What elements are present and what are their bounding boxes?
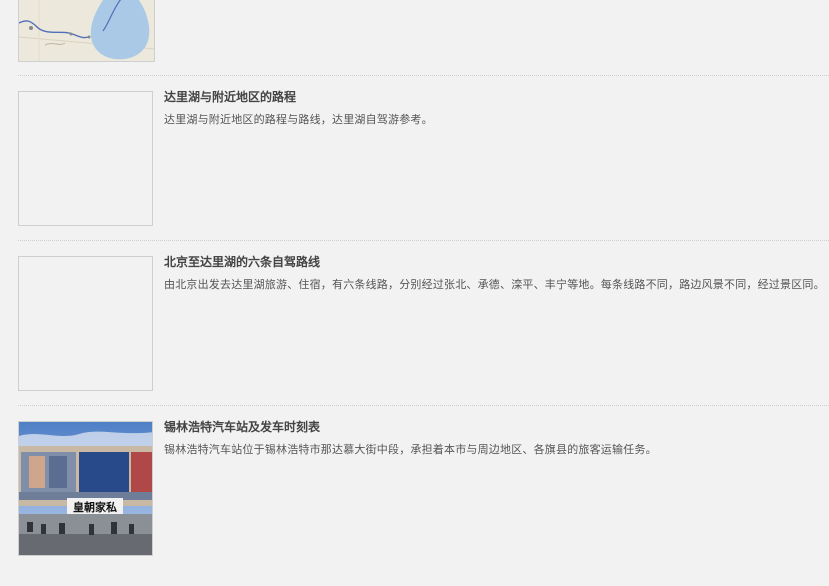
divider (18, 240, 829, 241)
divider (18, 75, 829, 76)
list-item: 达里湖与附近地区的路程 达里湖与附近地区的路程与路线，达里湖自驾游参考。 (0, 89, 829, 256)
item-title-link[interactable]: 达里湖与附近地区的路程 (164, 89, 296, 105)
divider (18, 405, 829, 406)
item-description: 达里湖与附近地区的路程与路线，达里湖自驾游参考。 (164, 113, 433, 126)
list-item: 皇朝家私 锡林浩特汽车站及发车时刻表 锡林浩特汽车站位于锡林浩特市那达慕大街中段… (0, 419, 829, 586)
list-item: 北京至达里湖的六条自驾路线 由北京出发去达里湖旅游、住宿，有六条线路，分别经过张… (0, 254, 829, 421)
article-list: 达里湖与附近地区的路程 达里湖与附近地区的路程与路线，达里湖自驾游参考。 北京至… (0, 0, 829, 556)
station-sign-text: 皇朝家私 (73, 500, 117, 514)
item-description: 锡林浩特汽车站位于锡林浩特市那达慕大街中段，承担着本市与周边地区、各旗县的旅客运… (164, 443, 657, 456)
thumbnail[interactable] (18, 91, 153, 226)
map-image (19, 0, 154, 61)
item-title-link[interactable]: 北京至达里湖的六条自驾路线 (164, 254, 320, 270)
item-description: 由北京出发去达里湖旅游、住宿，有六条线路，分别经过张北、承德、滦平、丰宁等地。每… (164, 278, 825, 291)
item-title-link[interactable]: 锡林浩特汽车站及发车时刻表 (164, 419, 320, 435)
map-thumbnail[interactable] (18, 0, 155, 62)
photo-thumbnail[interactable]: 皇朝家私 (18, 421, 153, 556)
thumbnail[interactable] (18, 256, 153, 391)
bus-station-photo: 皇朝家私 (19, 422, 152, 555)
